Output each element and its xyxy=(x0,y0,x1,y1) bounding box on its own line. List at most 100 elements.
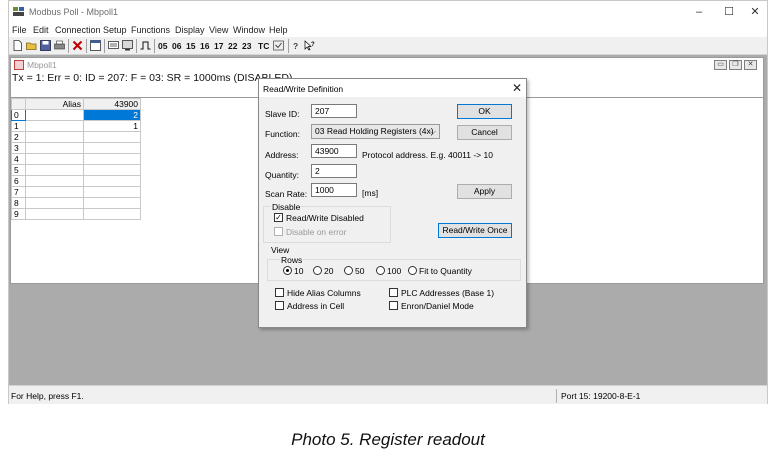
ok-button[interactable]: OK xyxy=(457,104,512,119)
function-select[interactable]: 03 Read Holding Registers (4x) ⌵ xyxy=(311,124,440,139)
table-row[interactable]: 9 xyxy=(11,208,141,220)
table-row[interactable]: 3 xyxy=(11,142,141,154)
table-row[interactable]: 5 xyxy=(11,164,141,176)
alias-cell[interactable] xyxy=(25,120,84,132)
close-button[interactable]: ✕ xyxy=(741,4,769,20)
rows-50-label: 50 xyxy=(355,266,365,276)
menu-help[interactable]: Help xyxy=(269,25,288,35)
child-minimize-button[interactable]: ▭ xyxy=(714,60,727,70)
enron-mode-checkbox[interactable] xyxy=(389,301,398,310)
fc-06-button[interactable]: 06 xyxy=(172,39,181,53)
new-file-icon[interactable] xyxy=(12,40,23,51)
help-button[interactable]: ? xyxy=(293,39,298,53)
dialog-close-button[interactable]: ✕ xyxy=(512,81,522,95)
value-cell[interactable] xyxy=(83,197,141,209)
alias-cell[interactable] xyxy=(25,164,84,176)
value-cell[interactable] xyxy=(83,186,141,198)
menu-setup[interactable]: Setup xyxy=(103,25,127,35)
menu-display[interactable]: Display xyxy=(175,25,205,35)
child-close-button[interactable]: ✕ xyxy=(744,60,757,70)
open-folder-icon[interactable] xyxy=(26,40,37,51)
toolbar-separator xyxy=(104,39,105,53)
table-row[interactable]: 1 1 xyxy=(11,120,141,132)
row-index: 8 xyxy=(11,197,26,209)
address-in-cell-checkbox[interactable] xyxy=(275,301,284,310)
alias-cell[interactable] xyxy=(25,208,84,220)
quantity-field[interactable]: 2 xyxy=(311,164,357,178)
menu-file[interactable]: File xyxy=(12,25,27,35)
address-in-cell-label: Address in Cell xyxy=(287,301,345,311)
slave-id-label: Slave ID: xyxy=(265,109,300,119)
rows-fit-label: Fit to Quantity xyxy=(419,266,472,276)
plc-addresses-checkbox[interactable] xyxy=(389,288,398,297)
fc-15-button[interactable]: 15 xyxy=(186,39,195,53)
table-row[interactable]: 2 xyxy=(11,131,141,143)
value-cell[interactable] xyxy=(83,131,141,143)
delete-icon[interactable] xyxy=(72,40,83,51)
save-icon[interactable] xyxy=(40,40,51,51)
rows-10-label: 10 xyxy=(294,266,304,276)
read-write-once-button[interactable]: Read/Write Once xyxy=(438,223,512,238)
value-cell[interactable] xyxy=(83,164,141,176)
table-row[interactable]: 7 xyxy=(11,186,141,198)
alias-cell[interactable] xyxy=(25,175,84,187)
rows-fit-radio[interactable] xyxy=(408,266,417,275)
value-cell[interactable] xyxy=(83,175,141,187)
apply-button[interactable]: Apply xyxy=(457,184,512,199)
alias-cell[interactable] xyxy=(25,197,84,209)
menu-view[interactable]: View xyxy=(209,25,228,35)
table-row[interactable]: 0 2 xyxy=(11,109,141,121)
fc-22-button[interactable]: 22 xyxy=(228,39,237,53)
rows-50-radio[interactable] xyxy=(344,266,353,275)
value-cell[interactable] xyxy=(83,142,141,154)
maximize-button[interactable]: ☐ xyxy=(715,4,743,20)
document-icon xyxy=(14,60,24,70)
fc-23-button[interactable]: 23 xyxy=(242,39,251,53)
table-row[interactable]: 6 xyxy=(11,175,141,187)
communication-icon[interactable] xyxy=(108,40,119,51)
function-label: Function: xyxy=(265,129,300,139)
child-restore-button[interactable]: ❐ xyxy=(729,60,742,70)
address-field[interactable]: 43900 xyxy=(311,144,357,158)
menu-edit[interactable]: Edit xyxy=(33,25,49,35)
pulse-icon[interactable] xyxy=(140,40,151,51)
rows-20-radio[interactable] xyxy=(313,266,322,275)
cancel-button[interactable]: Cancel xyxy=(457,125,512,140)
monitor-icon[interactable] xyxy=(273,40,284,51)
minimize-button[interactable]: – xyxy=(685,4,713,20)
scan-rate-label: Scan Rate: xyxy=(265,189,308,199)
value-cell[interactable]: 1 xyxy=(83,120,141,132)
alias-cell[interactable] xyxy=(25,142,84,154)
register-table[interactable]: Alias 43900 0 2 1 1 2 3 4 5 6 7 8 9 xyxy=(11,98,141,220)
value-cell[interactable]: 2 xyxy=(83,109,141,121)
disable-on-error-checkbox[interactable] xyxy=(274,227,283,236)
alias-cell[interactable] xyxy=(25,131,84,143)
window-icon[interactable] xyxy=(90,40,101,51)
alias-cell[interactable] xyxy=(25,109,84,121)
alias-cell[interactable] xyxy=(25,153,84,165)
svg-text:?: ? xyxy=(311,42,315,48)
tc-button[interactable]: TC xyxy=(258,39,269,53)
hide-alias-checkbox[interactable] xyxy=(275,288,284,297)
display-icon[interactable] xyxy=(122,40,133,51)
read-write-disabled-checkbox[interactable]: ✓ xyxy=(274,213,283,222)
context-help-icon[interactable]: ? xyxy=(304,40,315,51)
fc-05-button[interactable]: 05 xyxy=(158,39,167,53)
address-column-header[interactable]: 43900 xyxy=(83,98,141,110)
slave-id-field[interactable]: 207 xyxy=(311,104,357,118)
menu-functions[interactable]: Functions xyxy=(131,25,170,35)
print-icon[interactable] xyxy=(54,40,65,51)
value-cell[interactable] xyxy=(83,208,141,220)
table-row[interactable]: 8 xyxy=(11,197,141,209)
fc-17-button[interactable]: 17 xyxy=(214,39,223,53)
table-row[interactable]: 4 xyxy=(11,153,141,165)
menu-connection[interactable]: Connection xyxy=(55,25,101,35)
rows-10-radio[interactable] xyxy=(283,266,292,275)
rows-100-radio[interactable] xyxy=(376,266,385,275)
menu-window[interactable]: Window xyxy=(233,25,265,35)
alias-cell[interactable] xyxy=(25,186,84,198)
scan-rate-field[interactable]: 1000 xyxy=(311,183,357,197)
fc-16-button[interactable]: 16 xyxy=(200,39,209,53)
alias-column-header[interactable]: Alias xyxy=(25,98,84,110)
value-cell[interactable] xyxy=(83,153,141,165)
